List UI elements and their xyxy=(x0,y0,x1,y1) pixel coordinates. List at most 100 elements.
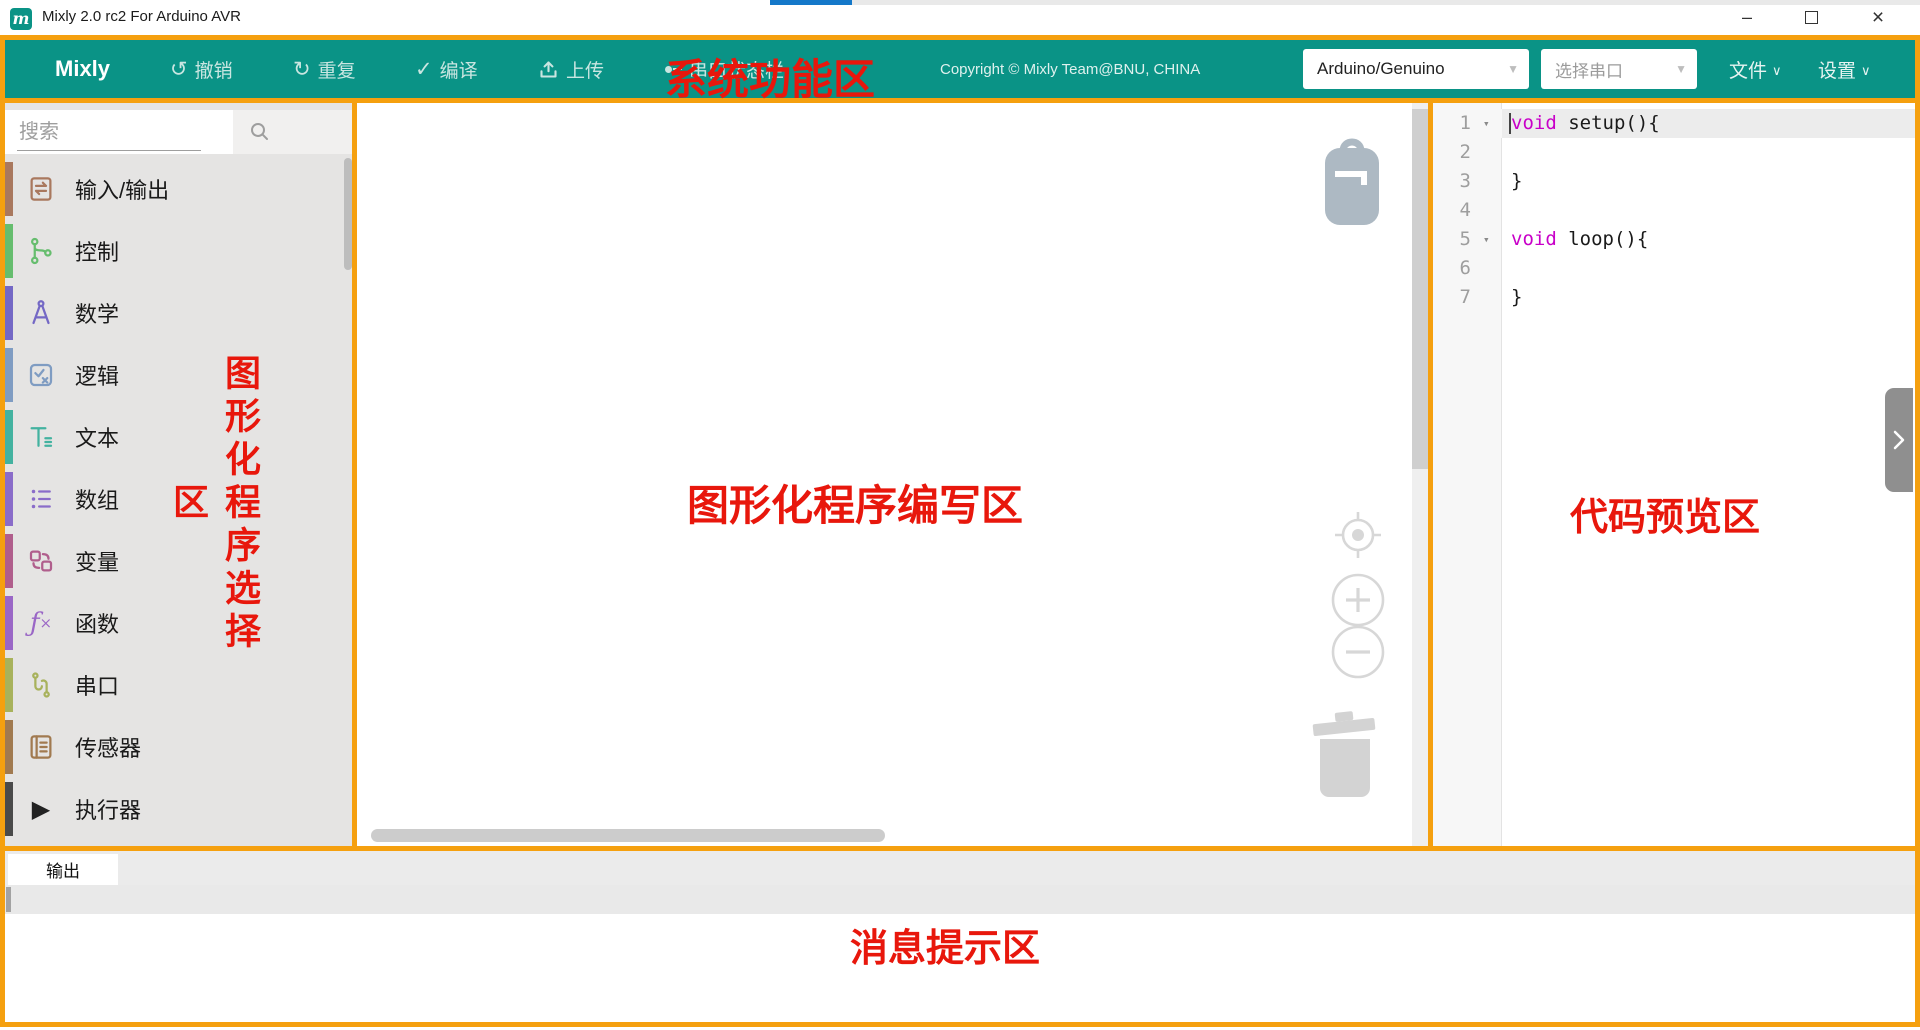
chevron-down-icon: ▼ xyxy=(1507,62,1519,76)
fold-arrow-icon[interactable]: ▾ xyxy=(1483,225,1499,254)
zoom-out-button[interactable] xyxy=(1330,624,1386,680)
block-workspace-canvas[interactable] xyxy=(357,103,1428,846)
category-color-strip xyxy=(5,472,13,526)
zoom-in-button[interactable] xyxy=(1330,572,1386,628)
port-select-value: 选择串口 xyxy=(1555,57,1623,82)
category-color-strip xyxy=(5,782,13,836)
settings-menu[interactable]: 设置 ∨ xyxy=(1818,40,1871,98)
serial-status-label: 串口状态栏 xyxy=(689,56,784,83)
plain-token: } xyxy=(1511,170,1522,192)
check-icon: ✓ xyxy=(415,59,433,80)
output-scroll-marker xyxy=(6,887,11,912)
category-color-strip xyxy=(5,286,13,340)
search-input[interactable] xyxy=(17,114,201,151)
code-line: 7 } xyxy=(1433,283,1915,312)
variable-icon xyxy=(24,544,58,578)
block-category-sidebar: 输入/输出 控制 数学 xyxy=(5,103,352,846)
undo-label: 撤销 xyxy=(195,56,233,83)
file-menu[interactable]: 文件 ∨ xyxy=(1729,40,1782,98)
sidebar-item-label: 逻辑 xyxy=(75,359,119,391)
file-menu-label: 文件 xyxy=(1729,56,1767,83)
maximize-button[interactable] xyxy=(1786,2,1836,33)
brand-menu[interactable]: Mixly xyxy=(55,40,110,98)
category-color-strip xyxy=(5,720,13,774)
canvas-horizontal-scrollbar-thumb[interactable] xyxy=(371,829,885,842)
sidebar-item-io[interactable]: 输入/输出 xyxy=(5,158,352,220)
code-line: 1 ▾ void setup(){ xyxy=(1433,109,1915,138)
category-color-strip xyxy=(5,596,13,650)
upload-label: 上传 xyxy=(566,56,604,83)
mixly-logo-icon: m xyxy=(10,8,32,30)
minimize-button[interactable]: – xyxy=(1722,2,1772,33)
play-icon: ▶ xyxy=(24,792,58,826)
serial-status-button[interactable]: 串口状态栏 xyxy=(665,40,784,98)
sidebar-item-logic[interactable]: 逻辑 xyxy=(5,344,352,406)
close-icon: × xyxy=(1872,6,1884,30)
category-color-strip xyxy=(5,410,13,464)
code-text: void loop(){ xyxy=(1511,225,1648,254)
code-text: } xyxy=(1511,283,1522,312)
redo-button[interactable]: ↻ 重复 xyxy=(293,40,356,98)
sidebar-item-actuator[interactable]: ▶ 执行器 xyxy=(5,778,352,840)
plain-token: loop(){ xyxy=(1557,228,1649,250)
code-line: 2 xyxy=(1433,138,1915,167)
line-number: 5 xyxy=(1433,225,1471,254)
code-text: void setup(){ xyxy=(1511,109,1660,138)
trash-icon[interactable] xyxy=(1311,708,1379,798)
search-row xyxy=(5,110,352,154)
sidebar-item-array[interactable]: 数组 xyxy=(5,468,352,530)
code-line: 6 xyxy=(1433,254,1915,283)
code-preview-panel: 1 ▾ void setup(){ 2 3 } 4 5 ▾ void loop(… xyxy=(1433,103,1915,846)
sidebar-item-text[interactable]: 文本 xyxy=(5,406,352,468)
sidebar-item-function[interactable]: ƒ× 函数 xyxy=(5,592,352,654)
sidebar-item-label: 执行器 xyxy=(75,793,141,825)
search-button[interactable] xyxy=(233,110,352,154)
zoom-reset-button[interactable] xyxy=(1332,509,1384,561)
line-number: 4 xyxy=(1433,196,1471,225)
code-lines: 1 ▾ void setup(){ 2 3 } 4 5 ▾ void loop(… xyxy=(1433,109,1915,312)
code-text: } xyxy=(1511,167,1522,196)
sidebar-item-sensor[interactable]: 传感器 xyxy=(5,716,352,778)
output-tab-label: 输出 xyxy=(46,857,80,882)
annotation-border-left xyxy=(0,35,5,1027)
close-button[interactable]: × xyxy=(1850,2,1906,33)
sidebar-item-control[interactable]: 控制 xyxy=(5,220,352,282)
maximize-icon xyxy=(1805,11,1818,24)
annotation-border-code-divider xyxy=(1428,103,1433,846)
output-console-strip xyxy=(5,885,1915,914)
chevron-right-icon xyxy=(1891,428,1907,452)
text-icon xyxy=(24,420,58,454)
chevron-down-icon: ▼ xyxy=(1675,62,1687,76)
tab-output[interactable]: 输出 xyxy=(8,854,118,885)
fold-arrow-icon[interactable]: ▾ xyxy=(1483,109,1499,138)
function-f-glyph: ƒ xyxy=(30,608,40,638)
sidebar-item-label: 控制 xyxy=(75,235,119,267)
line-number: 2 xyxy=(1433,138,1471,167)
line-number: 1 xyxy=(1433,109,1471,138)
undo-button[interactable]: ↺ 撤销 xyxy=(170,40,233,98)
plain-token: } xyxy=(1511,286,1522,308)
backpack-icon[interactable] xyxy=(1322,135,1382,227)
sidebar-item-variable[interactable]: 变量 xyxy=(5,530,352,592)
top-strip-left xyxy=(0,0,770,5)
upload-button[interactable]: 上传 xyxy=(538,40,604,98)
io-icon xyxy=(24,172,58,206)
code-panel-expand-handle[interactable] xyxy=(1885,388,1913,492)
category-color-strip xyxy=(5,534,13,588)
compile-button[interactable]: ✓ 编译 xyxy=(415,40,478,98)
sidebar-item-math[interactable]: 数学 xyxy=(5,282,352,344)
search-icon xyxy=(249,121,271,143)
logic-icon xyxy=(24,358,58,392)
sidebar-item-label: 变量 xyxy=(75,545,119,577)
annotation-border-middle xyxy=(0,846,1920,851)
canvas-vertical-scrollbar-thumb[interactable] xyxy=(1412,109,1428,469)
port-select[interactable]: 选择串口 ▼ xyxy=(1541,49,1697,89)
copyright-label: Copyright © Mixly Team@BNU, CHINA xyxy=(940,61,1200,78)
undo-icon: ↺ xyxy=(170,59,188,80)
function-x-glyph: × xyxy=(40,614,53,632)
sidebar-item-label: 数学 xyxy=(75,297,119,329)
sidebar-item-serial[interactable]: 串口 xyxy=(5,654,352,716)
chevron-down-icon: ∨ xyxy=(1772,63,1782,79)
board-select[interactable]: Arduino/Genuino ▼ xyxy=(1303,49,1529,89)
code-line: 3 } xyxy=(1433,167,1915,196)
